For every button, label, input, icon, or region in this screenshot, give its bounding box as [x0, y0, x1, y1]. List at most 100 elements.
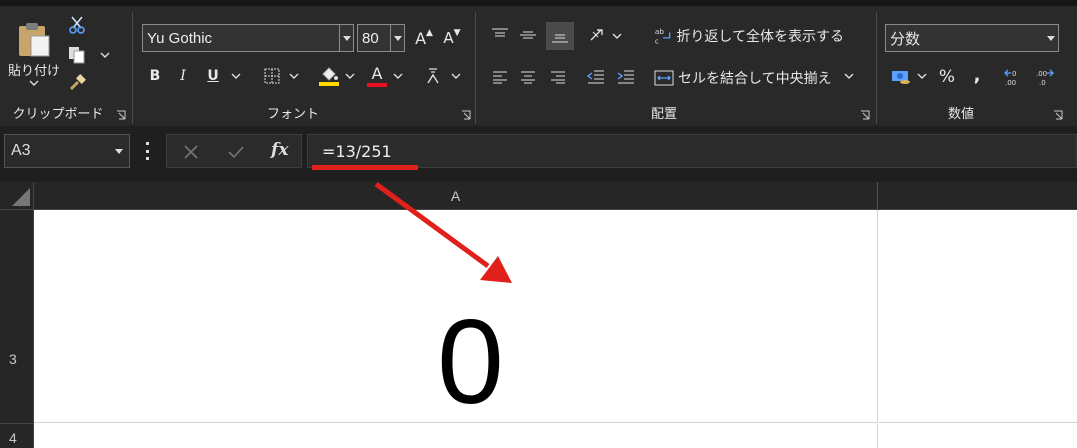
wrap-text-button[interactable]: ab c 折り返して全体を表示する — [654, 22, 844, 50]
column-header-b[interactable] — [879, 182, 1077, 210]
align-bottom-icon — [552, 34, 568, 43]
row-header-4[interactable]: 4 — [0, 424, 34, 448]
format-painter-button[interactable] — [66, 72, 88, 94]
grow-font-button[interactable]: A ▲ — [413, 26, 435, 50]
copy-dropdown-button[interactable] — [98, 48, 112, 62]
font-size-combo[interactable]: 80 — [357, 24, 405, 52]
phonetic-button[interactable] — [423, 64, 443, 88]
enter-check-icon[interactable] — [227, 144, 245, 160]
cell-a3[interactable]: 0 — [34, 210, 878, 423]
chevron-down-icon — [345, 73, 355, 79]
caret-down-icon — [1047, 35, 1055, 41]
paste-label: 貼り付け — [7, 63, 60, 79]
phonetic-dropdown[interactable] — [449, 68, 463, 84]
shrink-caret-icon: ▼ — [453, 28, 461, 38]
svg-text:.0: .0 — [1039, 79, 1046, 87]
number-group: 分数 % , 0.00 .00.0 数値 — [877, 6, 1077, 126]
alignment-group: ab c 折り返して全体を表示する セルを結合して中央揃え 配置 — [476, 6, 876, 126]
underline-button[interactable]: U — [203, 64, 223, 88]
underline-dropdown[interactable] — [229, 68, 243, 84]
align-top-button[interactable] — [488, 22, 512, 48]
align-bottom-button[interactable] — [546, 22, 574, 50]
chevron-down-icon — [451, 73, 461, 79]
caret-down-icon[interactable] — [115, 149, 123, 154]
align-right-button[interactable] — [546, 64, 570, 90]
bold-button[interactable]: B — [145, 64, 165, 88]
bold-glyph: B — [149, 68, 161, 84]
merge-dropdown[interactable] — [842, 68, 856, 84]
number-format-dropdown[interactable] — [1044, 25, 1058, 51]
merge-cells-icon — [654, 70, 674, 86]
merge-center-button[interactable]: セルを結合して中央揃え — [654, 64, 832, 92]
dialog-launcher-icon[interactable] — [1053, 110, 1063, 120]
font-size-value: 80 — [362, 29, 379, 47]
copy-button[interactable] — [66, 44, 88, 66]
more-options-handle[interactable] — [144, 142, 150, 160]
decrease-decimal-button[interactable]: .00.0 — [1033, 64, 1057, 90]
dialog-launcher-icon[interactable] — [116, 110, 126, 120]
column-header-a[interactable]: A — [34, 182, 878, 210]
decrease-indent-button[interactable] — [584, 64, 608, 90]
cancel-icon[interactable] — [183, 144, 199, 160]
font-size-dropdown[interactable] — [390, 25, 404, 51]
align-middle-icon — [520, 31, 536, 39]
chevron-down-icon — [100, 52, 110, 58]
font-color-button[interactable]: A — [365, 62, 389, 90]
dialog-launcher-icon[interactable] — [461, 110, 471, 120]
borders-button[interactable] — [261, 64, 283, 88]
fill-color-dropdown[interactable] — [343, 68, 357, 84]
grow-font-glyph: A — [415, 28, 427, 48]
name-box[interactable]: A3 — [4, 134, 130, 168]
number-format-value: 分数 — [890, 29, 921, 48]
chevron-down-icon — [231, 73, 241, 79]
svg-text:.00: .00 — [1036, 70, 1047, 78]
increase-indent-button[interactable] — [614, 64, 638, 90]
number-format-combo[interactable]: 分数 — [885, 24, 1059, 52]
italic-glyph: I — [180, 68, 186, 84]
orientation-button[interactable] — [586, 22, 612, 48]
row-header-3[interactable]: 3 — [0, 210, 34, 424]
dot — [145, 142, 149, 145]
number-group-label: 数値 — [947, 107, 974, 122]
worksheet-grid: A 3 4 0 — [0, 176, 1077, 448]
cell-a4[interactable] — [34, 424, 878, 448]
align-center-button[interactable] — [516, 64, 540, 90]
percent-style-button[interactable]: % — [935, 64, 959, 90]
font-name-value: Yu Gothic — [147, 29, 213, 47]
borders-dropdown[interactable] — [287, 68, 301, 84]
chevron-down-icon — [844, 73, 854, 79]
ribbon: 貼り付け クリップボード Yu Gothic 80 A ▲ A ▼ B I U … — [0, 0, 1077, 126]
chevron-down-icon — [29, 80, 39, 86]
align-left-button[interactable] — [488, 64, 512, 90]
text-orientation-icon — [590, 29, 603, 41]
align-center-icon — [521, 71, 535, 84]
cell-a3-value: 0 — [437, 295, 504, 429]
font-name-dropdown[interactable] — [339, 25, 353, 51]
copy-icon — [69, 47, 85, 64]
select-all-button[interactable] — [0, 182, 34, 210]
caret-down-icon — [342, 35, 351, 41]
orientation-dropdown[interactable] — [610, 28, 624, 44]
decrease-decimal-icon: .00.0 — [1036, 69, 1054, 87]
accounting-dropdown[interactable] — [915, 68, 929, 84]
font-name-combo[interactable]: Yu Gothic — [142, 24, 354, 52]
name-box-value: A3 — [11, 142, 31, 159]
shrink-font-glyph: A — [443, 29, 454, 47]
insert-function-button[interactable]: fx — [271, 140, 288, 160]
align-middle-button[interactable] — [516, 22, 540, 48]
formula-input[interactable]: =13/251 — [307, 134, 1077, 168]
comma-style-button[interactable]: , — [967, 62, 987, 88]
font-color-dropdown[interactable] — [391, 68, 405, 84]
accounting-format-button[interactable] — [889, 64, 913, 90]
cut-button[interactable] — [66, 14, 88, 36]
cell-b3[interactable] — [879, 210, 1077, 423]
row-header-3-label: 3 — [9, 351, 17, 367]
increase-decimal-button[interactable]: 0.00 — [1001, 64, 1025, 90]
fill-color-button[interactable] — [317, 62, 341, 90]
font-group: Yu Gothic 80 A ▲ A ▼ B I U A フォント — [133, 6, 475, 126]
paste-button[interactable]: 貼り付け — [6, 12, 62, 96]
svg-text:0: 0 — [1012, 70, 1016, 78]
italic-button[interactable]: I — [173, 64, 193, 88]
dialog-launcher-icon[interactable] — [860, 110, 870, 120]
shrink-font-button[interactable]: A ▼ — [441, 26, 463, 50]
